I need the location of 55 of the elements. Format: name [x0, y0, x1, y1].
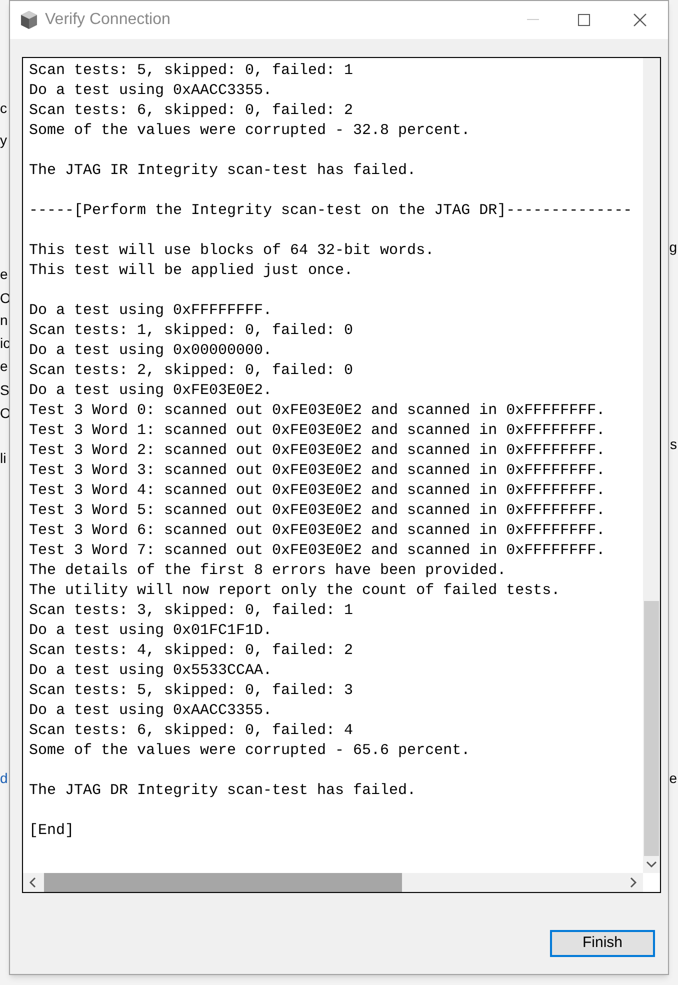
log-line: The JTAG IR Integrity scan-test has failed.: [29, 161, 416, 181]
log-line: Test 3 Word 6: scanned out 0xFE03E0E2 and scanned in 0xFFFFFFFF.: [29, 521, 606, 541]
log-line: Do a test using 0xFE03E0E2.: [29, 381, 272, 401]
log-line: Scan tests: 5, skipped: 0, failed: 1: [29, 61, 354, 81]
log-line: Test 3 Word 1: scanned out 0xFE03E0E2 and scanned in 0xFFFFFFFF.: [29, 421, 606, 441]
background-text: e: [0, 266, 8, 282]
vertical-scrollbar[interactable]: [643, 58, 660, 873]
window-title: Verify Connection: [45, 10, 170, 30]
log-line: Scan tests: 3, skipped: 0, failed: 1: [29, 601, 354, 621]
log-line: Scan tests: 4, skipped: 0, failed: 2: [29, 641, 354, 661]
log-line: Scan tests: 2, skipped: 0, failed: 0: [29, 361, 354, 381]
background-text: e: [0, 358, 8, 374]
scroll-thumb[interactable]: [644, 601, 659, 856]
log-line: Do a test using 0x01FC1F1D.: [29, 621, 272, 641]
background-text: li: [0, 450, 6, 466]
background-text: c: [0, 100, 7, 116]
log-line: Do a test using 0x5533CCAA.: [29, 661, 272, 681]
maximize-icon: [578, 14, 590, 26]
scroll-thumb[interactable]: [44, 873, 402, 892]
minimize-icon: [527, 19, 539, 21]
log-line: This test will use blocks of 64 32-bit words.: [29, 241, 434, 261]
log-line: Scan tests: 5, skipped: 0, failed: 3: [29, 681, 354, 701]
log-line: Do a test using 0x00000000.: [29, 341, 272, 361]
background-text: s: [670, 436, 677, 452]
background-text: n: [0, 312, 8, 328]
background-text: d: [0, 770, 8, 786]
log-line: Scan tests: 6, skipped: 0, failed: 2: [29, 101, 354, 121]
log-line: Test 3 Word 7: scanned out 0xFE03E0E2 and scanned in 0xFFFFFFFF.: [29, 541, 606, 561]
log-line: [End]: [29, 821, 74, 841]
log-line: Some of the values were corrupted - 65.6 percent.: [29, 741, 470, 761]
log-line: Do a test using 0xAACC3355.: [29, 81, 272, 101]
log-line: Scan tests: 1, skipped: 0, failed: 0: [29, 321, 354, 341]
background-text: y: [0, 132, 7, 148]
log-line: Do a test using 0xAACC3355.: [29, 701, 272, 721]
log-line: The JTAG DR Integrity scan-test has failed.: [29, 781, 416, 801]
background-text: g: [669, 239, 677, 255]
horizontal-scrollbar[interactable]: [23, 873, 643, 892]
cube-icon: [19, 10, 39, 30]
log-line: Test 3 Word 2: scanned out 0xFE03E0E2 and scanned in 0xFFFFFFFF.: [29, 441, 606, 461]
background-text: ic: [0, 335, 10, 351]
log-line: This test will be applied just once.: [29, 261, 354, 281]
close-icon: [633, 13, 647, 27]
log-line: Test 3 Word 0: scanned out 0xFE03E0E2 and scanned in 0xFFFFFFFF.: [29, 401, 606, 421]
log-line: Scan tests: 6, skipped: 0, failed: 4: [29, 721, 354, 741]
background-text: S: [0, 382, 10, 398]
log-line: -----[Perform the Integrity scan-test on the JTAG DR]--------------: [29, 201, 632, 221]
log-line: The utility will now report only the count of failed tests.: [29, 581, 560, 601]
background-text: e: [669, 770, 677, 786]
log-line: Test 3 Word 3: scanned out 0xFE03E0E2 and scanned in 0xFFFFFFFF.: [29, 461, 606, 481]
log-line: Test 3 Word 4: scanned out 0xFE03E0E2 and scanned in 0xFFFFFFFF.: [29, 481, 606, 501]
log-line: Test 3 Word 5: scanned out 0xFE03E0E2 and scanned in 0xFFFFFFFF.: [29, 501, 606, 521]
log-line: Some of the values were corrupted - 32.8 percent.: [29, 121, 470, 141]
finish-button[interactable]: Finish: [550, 930, 655, 957]
log-line: Do a test using 0xFFFFFFFF.: [29, 301, 272, 321]
log-line: The details of the first 8 errors have been provided.: [29, 561, 506, 581]
